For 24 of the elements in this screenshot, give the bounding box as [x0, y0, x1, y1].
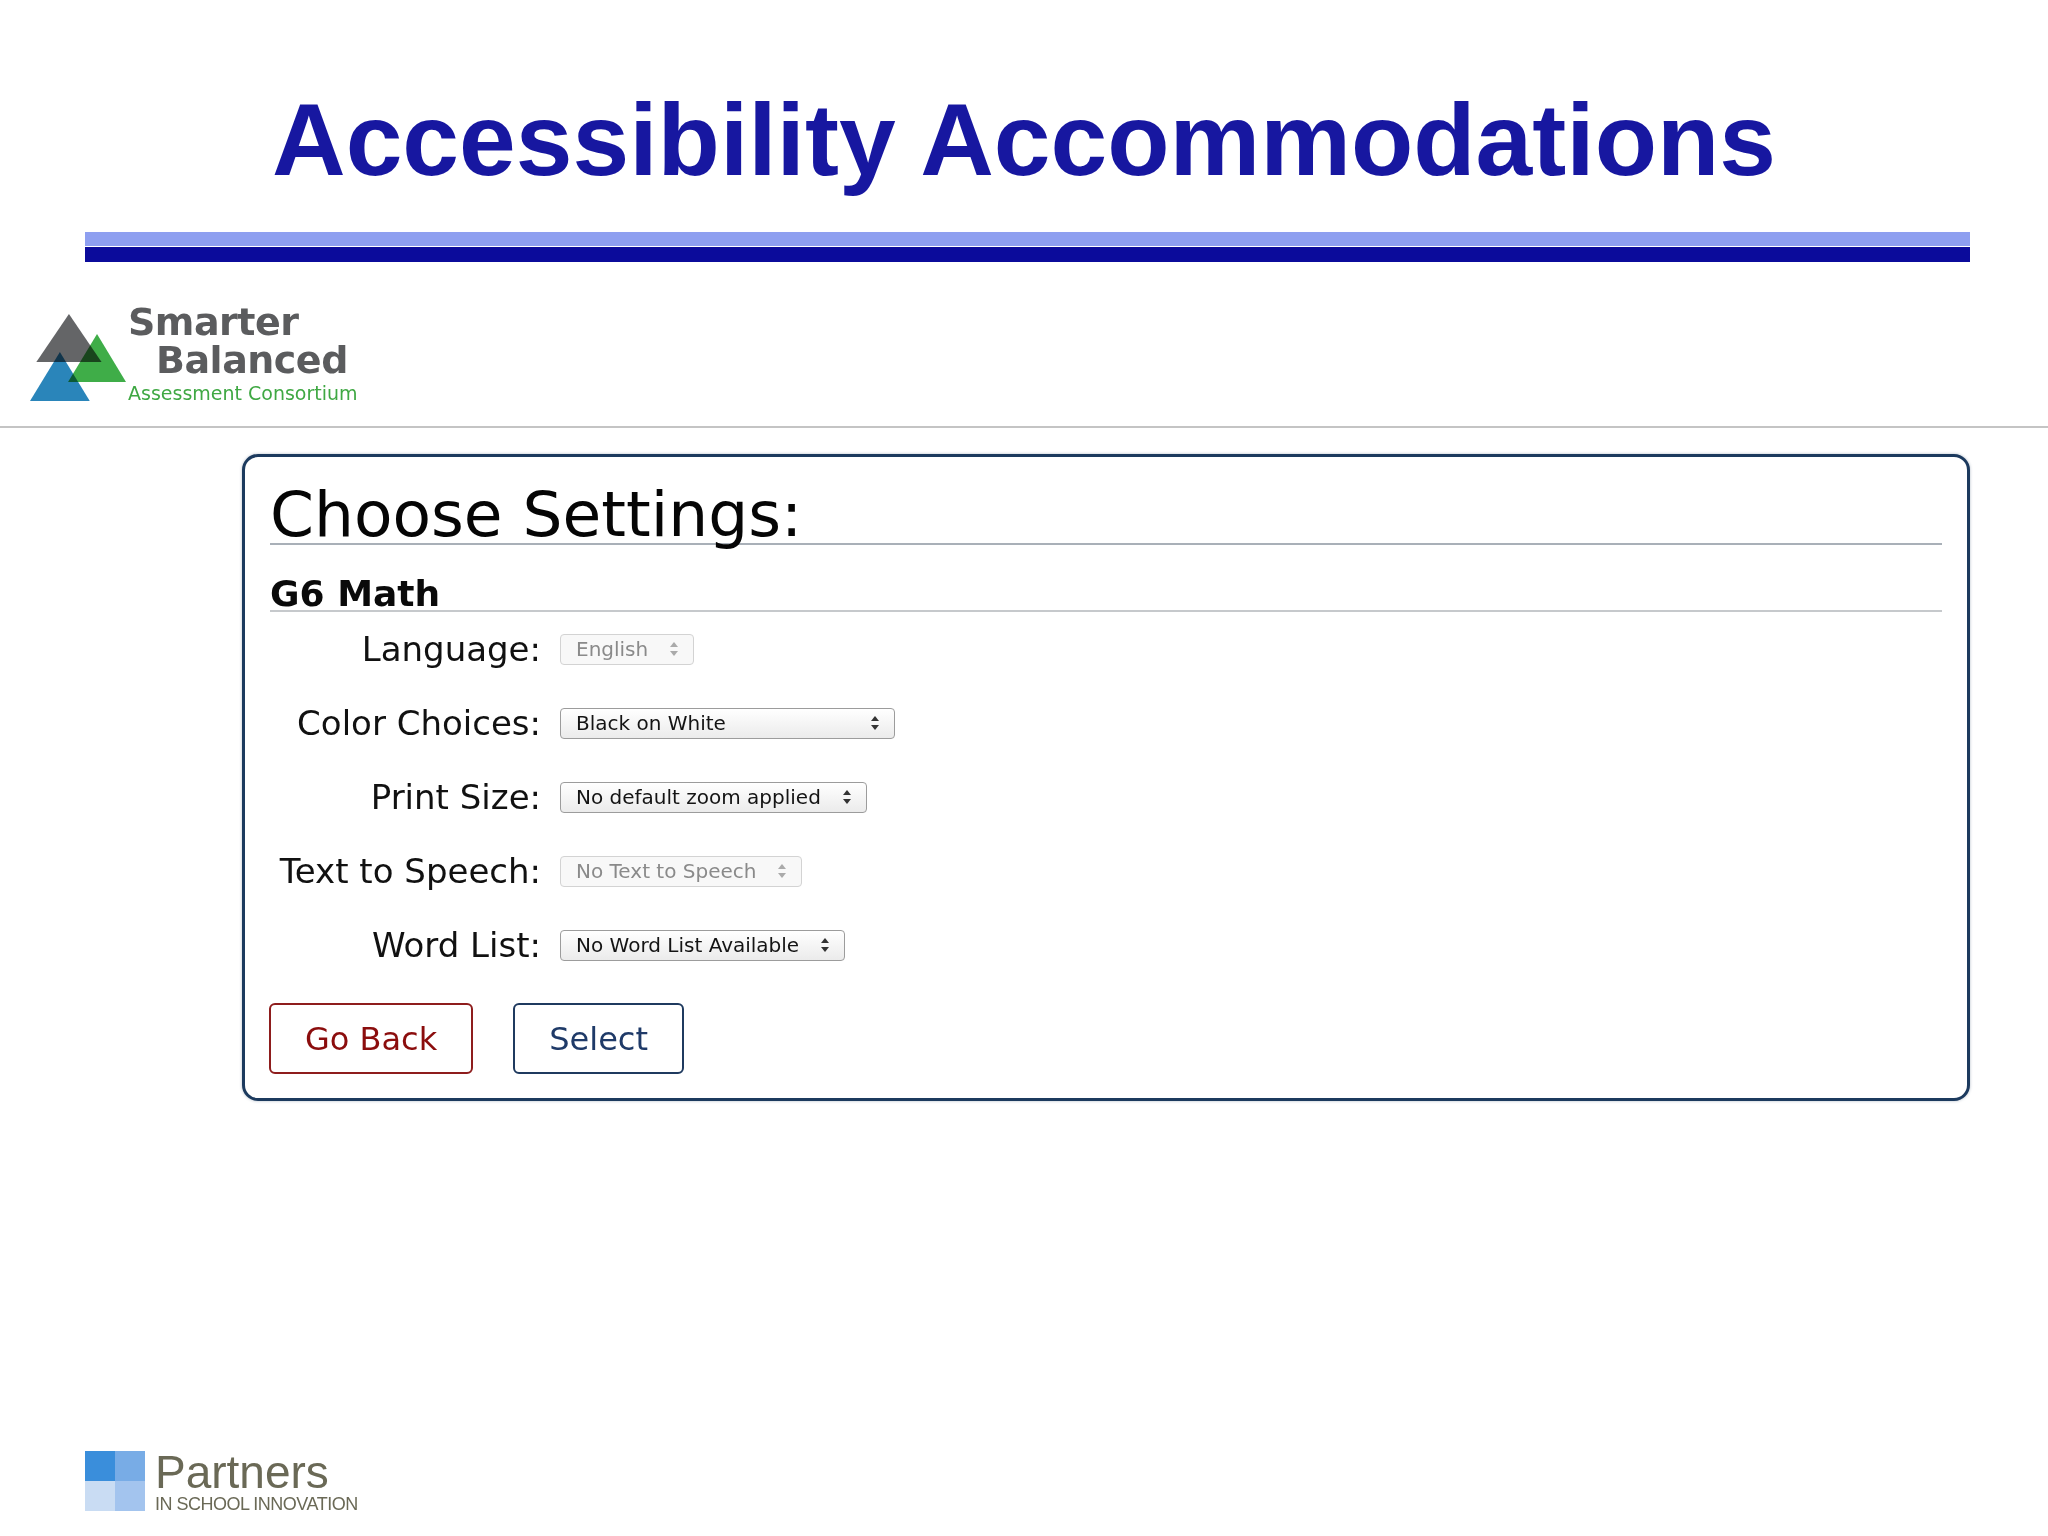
- up-down-arrows-icon: [821, 938, 830, 952]
- up-down-arrows-icon: [778, 864, 787, 878]
- select-button[interactable]: Select: [513, 1003, 684, 1074]
- back-button[interactable]: Go Back: [269, 1003, 474, 1074]
- setting-label: Text to Speech:: [278, 851, 541, 891]
- setting-label: Print Size:: [369, 777, 541, 817]
- setting-label: Color Choices:: [296, 703, 541, 743]
- logo-name-text: Smarter: [128, 303, 299, 341]
- slide-title: Accessibility Accommodations: [272, 82, 1776, 199]
- up-down-arrows-icon: [842, 790, 851, 804]
- test-name-heading: G6 Math: [270, 578, 1942, 612]
- partners-logo-subtitle: IN SCHOOL INNOVATION: [155, 1495, 358, 1513]
- partners-logo-name: Partners: [155, 1452, 329, 1492]
- triangles-logo-icon: [30, 314, 126, 401]
- setting-dropdown[interactable]: No default zoom applied: [560, 781, 867, 813]
- setting-dropdown[interactable]: No Word List Available: [560, 929, 846, 961]
- squares-logo-icon: [85, 1451, 145, 1511]
- setting-dropdown[interactable]: Black on White: [560, 707, 895, 739]
- up-down-arrows-icon: [871, 716, 879, 730]
- logo-tagline: Assessment Consortium: [128, 382, 358, 404]
- logo-name-text: Balanced: [156, 341, 348, 379]
- setting-label: Word List:: [370, 925, 541, 965]
- up-down-arrows-icon: [670, 642, 679, 656]
- setting-label: Language:: [360, 629, 541, 669]
